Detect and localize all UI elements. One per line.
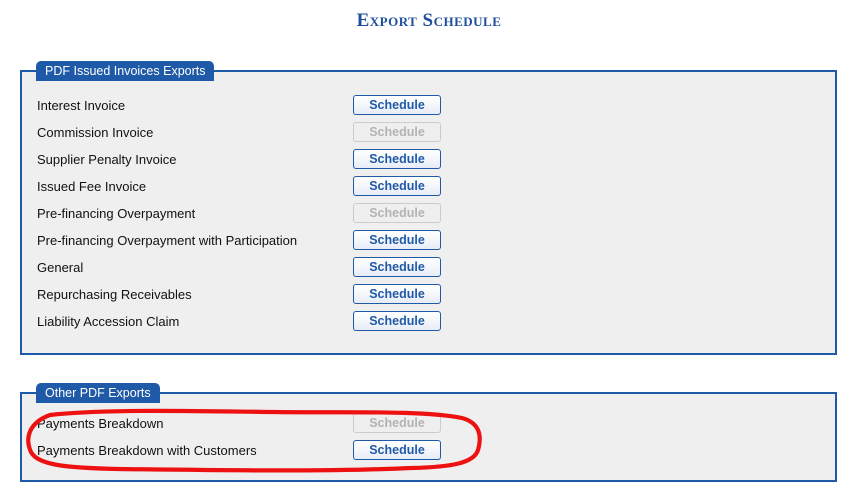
export-row-label: General bbox=[37, 260, 84, 275]
section-other-pdf-exports: Other PDF Exports Payments Breakdown Sche… bbox=[20, 383, 837, 482]
export-row-label: Interest Invoice bbox=[37, 98, 126, 113]
section-pdf-issued-invoices-exports: PDF Issued Invoices Exports Interest Inv… bbox=[20, 61, 837, 355]
export-row-label: Commission Invoice bbox=[37, 125, 154, 140]
export-row-label: Issued Fee Invoice bbox=[37, 179, 147, 194]
section-legend-other-exports: Other PDF Exports bbox=[36, 383, 160, 403]
schedule-button: Schedule bbox=[353, 203, 441, 223]
row-list-other-exports: Payments Breakdown Schedule Payments Break… bbox=[22, 394, 835, 464]
export-row-label: Payments Breakdown bbox=[37, 416, 164, 431]
export-row-label: Payments Breakdown with Customers bbox=[37, 443, 257, 458]
export-row: Payments Breakdown Schedule bbox=[22, 410, 835, 437]
export-row: Pre-financing Overpayment with Participa… bbox=[22, 227, 835, 254]
schedule-button[interactable]: Schedule bbox=[353, 440, 441, 460]
schedule-button[interactable]: Schedule bbox=[353, 176, 441, 196]
export-row-label: Repurchasing Receivables bbox=[37, 287, 192, 302]
export-row: Liability Accession Claim Schedule bbox=[22, 308, 835, 335]
schedule-button: Schedule bbox=[353, 122, 441, 142]
section-legend-issued-invoices: PDF Issued Invoices Exports bbox=[36, 61, 215, 81]
export-row: General Schedule bbox=[22, 254, 835, 281]
export-row-label: Pre-financing Overpayment with Participa… bbox=[37, 233, 298, 248]
row-list-issued-invoices: Interest Invoice Schedule Commission Invoi… bbox=[22, 72, 835, 335]
export-row-label: Liability Accession Claim bbox=[37, 314, 180, 329]
schedule-button[interactable]: Schedule bbox=[353, 230, 441, 250]
export-row-label: Supplier Penalty Invoice bbox=[37, 152, 177, 167]
export-row: Repurchasing Receivables Schedule bbox=[22, 281, 835, 308]
schedule-button[interactable]: Schedule bbox=[353, 311, 441, 331]
export-row: Commission Invoice Schedule bbox=[22, 119, 835, 146]
export-row: Payments Breakdown with Customers Schedul… bbox=[22, 437, 835, 464]
schedule-button[interactable]: Schedule bbox=[353, 257, 441, 277]
schedule-button[interactable]: Schedule bbox=[353, 95, 441, 115]
export-row: Supplier Penalty Invoice Schedule bbox=[22, 146, 835, 173]
schedule-button[interactable]: Schedule bbox=[353, 149, 441, 169]
page-title: Export Schedule bbox=[356, 10, 502, 31]
schedule-button: Schedule bbox=[353, 413, 441, 433]
export-row: Issued Fee Invoice Schedule bbox=[22, 173, 835, 200]
export-row-label: Pre-financing Overpayment bbox=[37, 206, 196, 221]
export-row: Pre-financing Overpayment Schedule bbox=[22, 200, 835, 227]
export-row: Interest Invoice Schedule bbox=[22, 92, 835, 119]
schedule-button[interactable]: Schedule bbox=[353, 284, 441, 304]
